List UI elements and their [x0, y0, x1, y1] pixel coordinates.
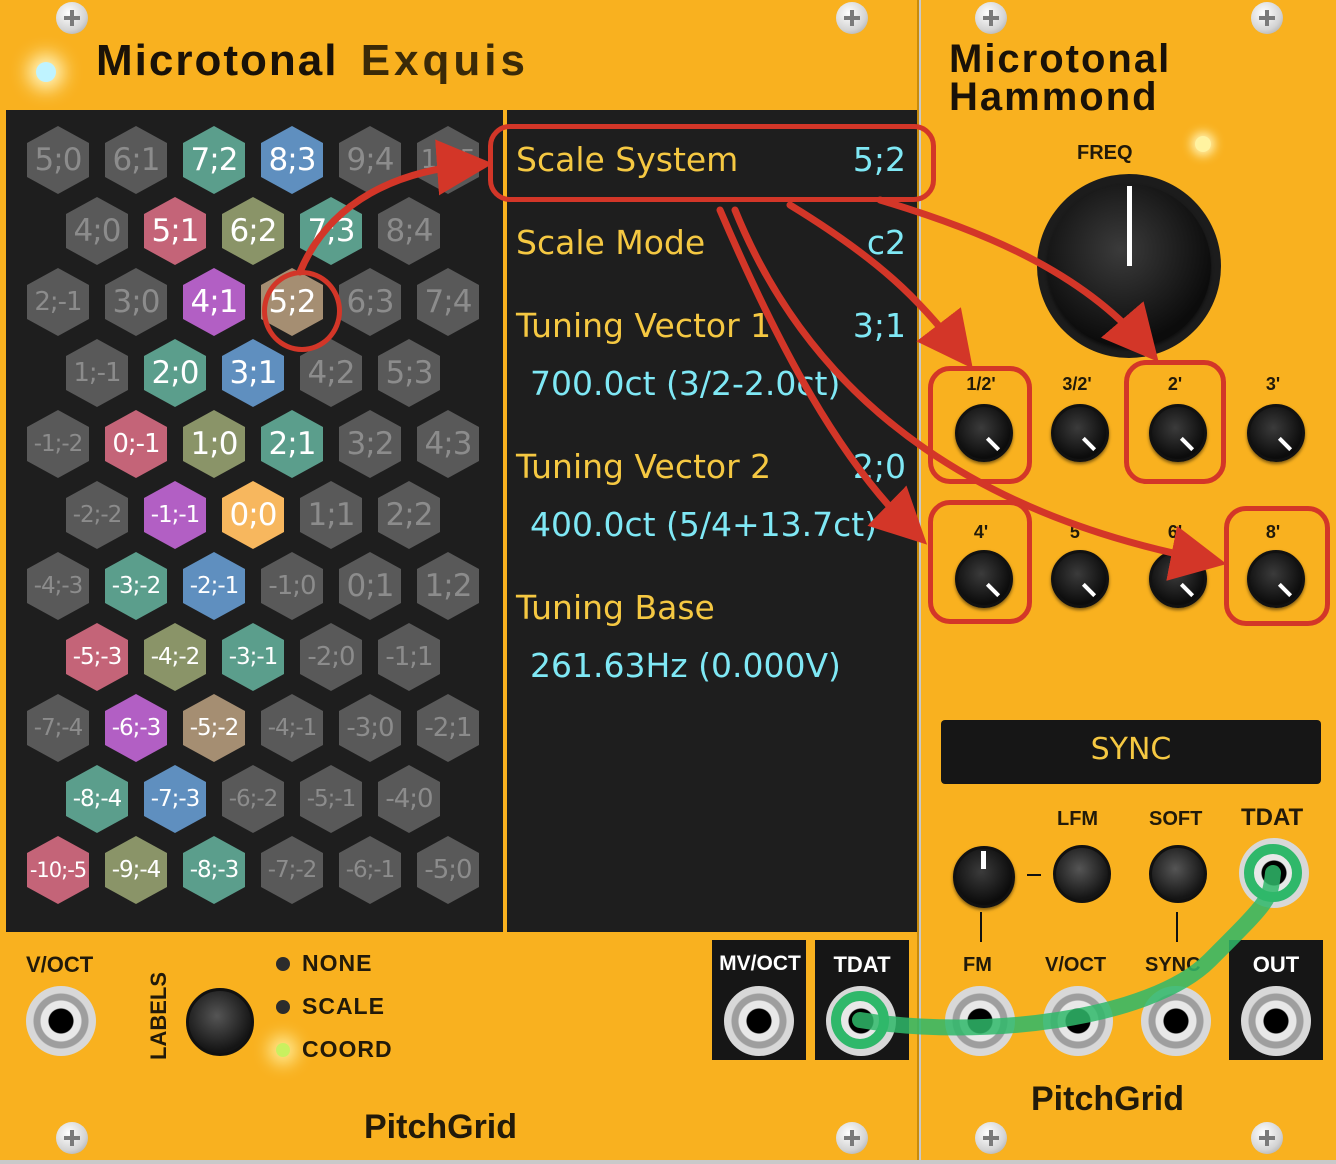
- tdat-output-label: TDAT: [833, 952, 891, 977]
- tuning-base-label: Tuning Base: [516, 588, 715, 627]
- drawbar-knob[interactable]: [1149, 550, 1207, 608]
- fm-input-jack[interactable]: [945, 986, 1015, 1056]
- annotation-drawbar-1-2: [928, 366, 1032, 484]
- tuning-vector-2-label: Tuning Vector 2: [516, 447, 772, 486]
- freq-led: [1195, 136, 1211, 152]
- annotation-drawbar-4: [928, 500, 1032, 624]
- tuning-vector-1-label: Tuning Vector 1: [516, 306, 772, 345]
- tuning-vector-2-detail: 400.0ct (5/4+13.7ct): [530, 505, 878, 544]
- module-title: Microtonal Exquis: [96, 36, 529, 86]
- scale-mode-value: c2: [866, 223, 906, 262]
- screw-icon: [975, 1122, 1007, 1154]
- annotation-hex-5-2: [262, 270, 342, 352]
- none-led: [276, 957, 290, 971]
- drawbar-knob[interactable]: [1247, 404, 1305, 462]
- mvoct-output-jack[interactable]: [724, 986, 794, 1056]
- sync-display-text: SYNC: [1090, 732, 1172, 767]
- out-label: OUT: [1252, 952, 1300, 977]
- brand-logo: PitchGrid: [364, 1108, 518, 1146]
- tdat-output-jack[interactable]: [826, 986, 896, 1056]
- tdat-input-jack[interactable]: [1239, 838, 1309, 908]
- screw-icon: [56, 2, 88, 34]
- voct-input-jack[interactable]: [1043, 986, 1113, 1056]
- scale-mode-row[interactable]: Scale Mode c2: [516, 223, 906, 262]
- out-jack[interactable]: [1241, 986, 1311, 1056]
- sync-input-label: SYNC: [1145, 954, 1201, 976]
- annotation-drawbar-8: [1224, 506, 1330, 626]
- drawbar-label: 3': [1265, 374, 1281, 394]
- annotation-drawbar-2: [1124, 360, 1226, 484]
- drawbar-label: 6': [1167, 522, 1183, 542]
- drawbar-knob[interactable]: [1051, 550, 1109, 608]
- freq-knob[interactable]: [1047, 184, 1211, 348]
- voct-input-jack[interactable]: [26, 986, 96, 1056]
- drawbar-label: 5': [1069, 522, 1085, 542]
- drawbar-label: 3/2': [1062, 374, 1092, 394]
- title-line-2: Hammond: [949, 75, 1159, 119]
- tuning-base-row[interactable]: Tuning Base: [516, 588, 906, 627]
- status-led: [36, 62, 56, 82]
- option-coord[interactable]: COORD: [302, 1036, 393, 1063]
- tdat-input-label: TDAT: [1241, 804, 1304, 831]
- module-title: Microtonal Hammond: [949, 37, 1172, 119]
- screw-icon: [1251, 2, 1283, 34]
- tuning-base-detail: 261.63Hz (0.000V): [530, 646, 841, 685]
- tuning-vector-1-row[interactable]: Tuning Vector 1 3;1: [516, 306, 906, 345]
- voct-input-label: V/OCT: [26, 952, 94, 977]
- option-scale[interactable]: SCALE: [302, 993, 385, 1020]
- scale-mode-label: Scale Mode: [516, 223, 706, 262]
- fm-knob[interactable]: [953, 846, 1015, 908]
- screw-icon: [975, 2, 1007, 34]
- brand-logo: PitchGrid: [1031, 1080, 1185, 1118]
- title-word-1: Microtonal: [96, 36, 339, 85]
- voct-input-label: V/OCT: [1045, 954, 1107, 976]
- soft-connector: [1176, 912, 1178, 942]
- option-none[interactable]: NONE: [302, 950, 372, 977]
- drawbar-knob[interactable]: [1051, 404, 1109, 462]
- mvoct-output-label: MV/OCT: [719, 952, 801, 975]
- sync-input-jack[interactable]: [1141, 986, 1211, 1056]
- tuning-vector-2-value: 2;0: [852, 447, 906, 486]
- fm-connector: [980, 912, 982, 942]
- screw-icon: [56, 1122, 88, 1154]
- screw-icon: [1251, 1122, 1283, 1154]
- screw-icon: [836, 2, 868, 34]
- fm-input-label: FM: [963, 954, 992, 976]
- tuning-vector-2-row[interactable]: Tuning Vector 2 2;0: [516, 447, 906, 486]
- annotation-scale-system: [488, 124, 936, 202]
- tuning-vector-1-detail: 700.0ct (3/2-2.0ct): [530, 364, 841, 403]
- lfm-button[interactable]: [1053, 845, 1111, 903]
- labels-button-label: LABELS: [146, 972, 171, 1060]
- title-word-2: Exquis: [360, 36, 529, 85]
- screw-icon: [836, 1122, 868, 1154]
- title-line-1: Microtonal: [949, 37, 1172, 81]
- tuning-vector-1-value: 3;1: [852, 306, 906, 345]
- soft-button-label: SOFT: [1149, 808, 1203, 830]
- lfm-button-label: LFM: [1057, 808, 1099, 830]
- connector-line: [1027, 874, 1041, 876]
- soft-button[interactable]: [1149, 845, 1207, 903]
- scale-led: [276, 1000, 290, 1014]
- freq-knob-label: FREQ: [1077, 142, 1133, 164]
- labels-button[interactable]: [186, 988, 254, 1056]
- coord-led: [276, 1043, 290, 1057]
